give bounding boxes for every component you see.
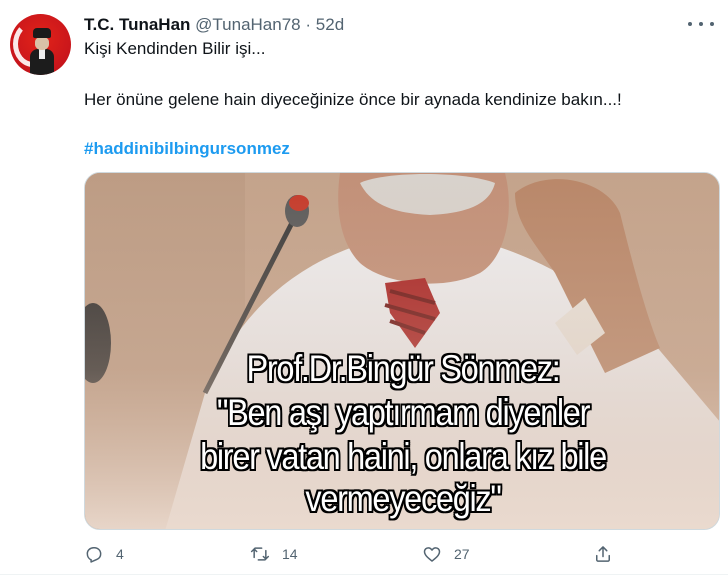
media-caption-line-2: "Ben aşı yaptırmam diyenler: [216, 392, 591, 433]
reply-icon: [86, 547, 102, 563]
media-caption-line-3: birer vatan haini, onlara kız bile: [200, 436, 607, 477]
tweet-card[interactable]: T.C. TunaHan @TunaHan78 · 52d Kişi Kendi…: [0, 0, 728, 575]
retweet-count: 14: [282, 546, 298, 562]
tweet-header: T.C. TunaHan @TunaHan78 · 52d: [84, 15, 344, 35]
tweet-text-line-1: Kişi Kendinden Bilir işi...: [84, 39, 266, 58]
media-caption-line-1: Prof.Dr.Bingür Sönmez:: [246, 348, 560, 389]
reply-button[interactable]: 4: [84, 540, 124, 568]
tweet-timestamp[interactable]: 52d: [316, 15, 344, 34]
retweet-icon: [250, 547, 270, 561]
author-handle[interactable]: @TunaHan78: [195, 15, 300, 34]
author-name[interactable]: T.C. TunaHan: [84, 15, 190, 34]
like-icon: [423, 547, 441, 562]
tweet-media-image[interactable]: Prof.Dr.Bingür Sönmez: "Ben aşı yaptırma…: [84, 172, 720, 530]
portrait-figure: [30, 28, 54, 75]
tweet-actions: 4 14 27: [84, 540, 624, 568]
like-count: 27: [454, 546, 470, 562]
retweet-button[interactable]: 14: [250, 540, 298, 568]
share-button[interactable]: [593, 540, 625, 568]
tweet-text-line-2: Her önüne gelene hain diyeceğinize önce …: [84, 90, 622, 109]
share-icon: [596, 546, 610, 562]
reply-count: 4: [116, 546, 124, 562]
author-avatar[interactable]: [10, 14, 71, 75]
separator-dot: ·: [305, 15, 312, 34]
media-caption-line-4: vermeyeceğiz": [305, 478, 502, 519]
more-icon[interactable]: [688, 14, 714, 34]
hashtag-link[interactable]: #haddinibilbingursonmez: [84, 138, 290, 160]
like-button[interactable]: 27: [422, 540, 470, 568]
